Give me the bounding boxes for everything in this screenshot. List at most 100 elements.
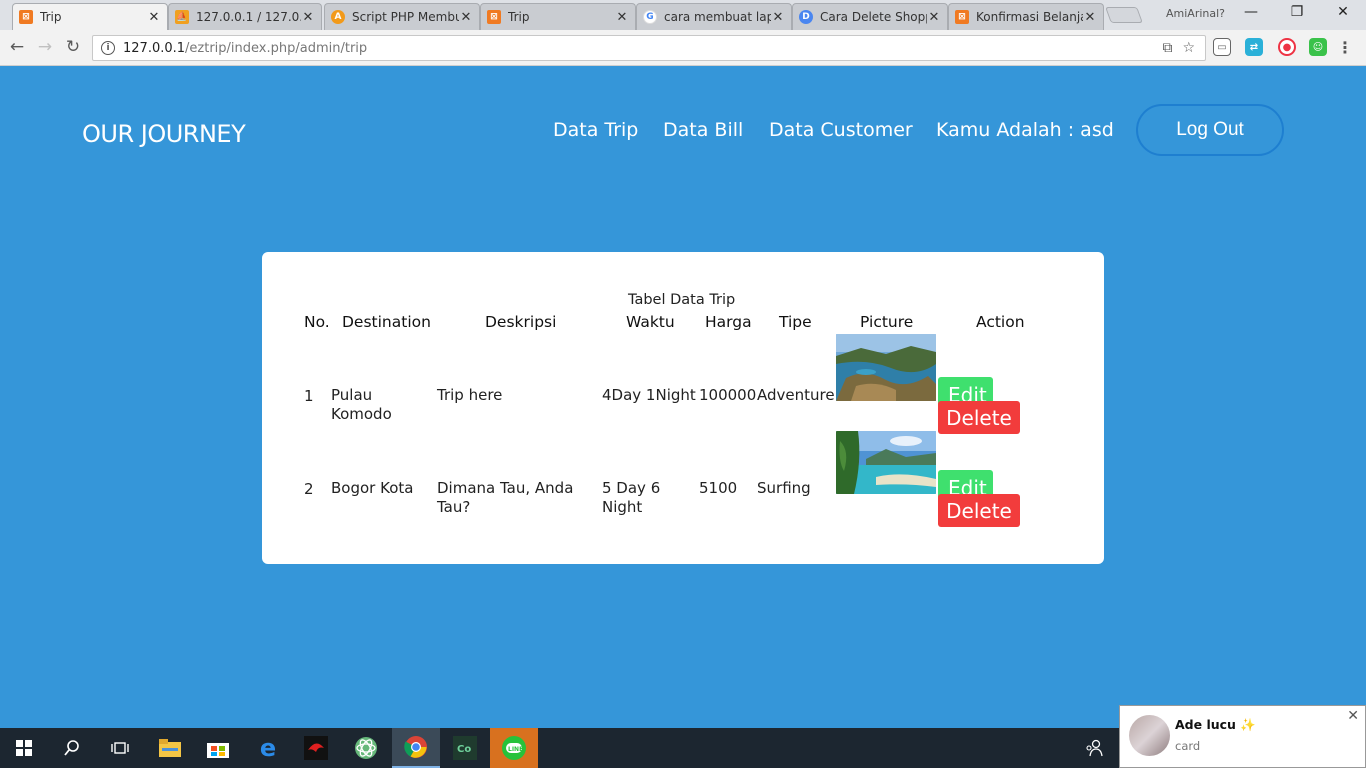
header-destination: Destination [342, 313, 431, 331]
browser-tab[interactable]: ⛵ 127.0.0.1 / 127.0.0 ✕ [168, 3, 322, 30]
browser-tab[interactable]: ⊠ Trip ✕ [12, 3, 168, 30]
tab-label: Konfirmasi Belanja [976, 10, 1083, 24]
svg-text:Co: Co [457, 744, 471, 755]
back-icon[interactable]: ← [6, 37, 28, 57]
garena-icon[interactable] [292, 728, 340, 768]
xampp-icon: ⊠ [955, 10, 969, 24]
menu-icon[interactable]: ⋮ [1336, 38, 1354, 57]
xampp-icon: ⊠ [487, 10, 501, 24]
profile-name[interactable]: AmiArinal? [1166, 7, 1225, 20]
sparkle-icon: ✨ [1240, 717, 1256, 732]
chrome-icon[interactable] [392, 728, 440, 768]
browser-tab-strip: ⊠ Trip ✕ ⛵ 127.0.0.1 / 127.0.0 ✕ A Scrip… [0, 0, 1366, 30]
tab-label: Script PHP Membu [352, 10, 459, 24]
notification-message: card [1175, 739, 1201, 753]
tab-close-icon[interactable]: ✕ [301, 10, 315, 25]
a-icon: A [331, 10, 345, 24]
current-user-label: Kamu Adalah : asd [936, 119, 1114, 141]
new-tab-button[interactable] [1105, 7, 1143, 23]
close-window-icon[interactable]: ✕ [1332, 4, 1354, 20]
restore-icon[interactable]: ❐ [1286, 4, 1308, 20]
header-tipe: Tipe [779, 313, 812, 331]
nav-data-bill[interactable]: Data Bill [663, 119, 743, 141]
browser-tab[interactable]: G cara membuat lap ✕ [636, 3, 792, 30]
delete-button[interactable]: Delete [938, 401, 1020, 434]
extension-chat-icon[interactable]: ▭ [1213, 38, 1231, 56]
translate-icon[interactable]: ⧉ [1162, 40, 1172, 56]
trip-picture [836, 431, 936, 494]
file-explorer-icon[interactable] [146, 728, 194, 768]
browser-tab[interactable]: A Script PHP Membu ✕ [324, 3, 480, 30]
tab-close-icon[interactable]: ✕ [771, 10, 785, 25]
extension-line-icon[interactable]: ☺ [1309, 38, 1327, 56]
trip-picture [836, 334, 936, 401]
close-icon[interactable]: ✕ [1347, 708, 1359, 724]
d-icon: D [799, 10, 813, 24]
address-bar[interactable]: i 127.0.0.1/eztrip/index.php/admin/trip … [92, 35, 1206, 61]
line-app-icon[interactable]: LINE [490, 728, 538, 768]
tab-label: 127.0.0.1 / 127.0.0 [196, 10, 301, 24]
atom-icon[interactable] [342, 728, 390, 768]
codeblocks-icon[interactable]: Co [441, 728, 489, 768]
komodo-landscape-image [836, 334, 936, 401]
header-no: No. [304, 313, 330, 331]
browser-tab[interactable]: D Cara Delete Shopp ✕ [792, 3, 948, 30]
store-icon[interactable] [194, 728, 242, 768]
header-deskripsi: Deskripsi [485, 313, 557, 331]
tab-label: Trip [40, 10, 62, 24]
nav-data-customer[interactable]: Data Customer [769, 119, 913, 141]
bookmark-star-icon[interactable]: ☆ [1182, 40, 1195, 56]
forward-icon[interactable]: → [34, 37, 56, 57]
tab-close-icon[interactable]: ✕ [147, 10, 161, 25]
reload-icon[interactable]: ↻ [62, 37, 84, 57]
logout-button[interactable]: Log Out [1136, 104, 1284, 156]
beach-landscape-image [836, 431, 936, 494]
svg-text:LINE: LINE [508, 746, 523, 753]
brand-logo[interactable]: OUR JOURNEY [82, 120, 246, 148]
extension-translate-icon[interactable]: ⇄ [1245, 38, 1263, 56]
tab-close-icon[interactable]: ✕ [927, 10, 941, 25]
tab-close-icon[interactable]: ✕ [615, 10, 629, 25]
cell-tipe: Surfing [757, 479, 811, 497]
nav-data-trip[interactable]: Data Trip [553, 119, 638, 141]
minimize-icon[interactable]: — [1240, 4, 1262, 20]
browser-tab[interactable]: ⊠ Konfirmasi Belanja ✕ [948, 3, 1104, 30]
tab-close-icon[interactable]: ✕ [459, 10, 473, 25]
trip-table-card: Tabel Data Trip No. Destination Deskrips… [262, 252, 1104, 564]
tab-label: Trip [508, 10, 530, 24]
cell-deskripsi: Trip here [437, 386, 503, 404]
extension-record-icon[interactable]: ● [1278, 38, 1296, 56]
tab-label: cara membuat lap [664, 10, 771, 24]
url-text[interactable]: 127.0.0.1/eztrip/index.php/admin/trip [123, 41, 1162, 56]
edge-icon[interactable]: e [244, 728, 292, 768]
search-icon[interactable] [48, 728, 96, 768]
cell-harga: 5100 [699, 479, 738, 497]
cell-waktu: 5 Day 6 Night [602, 479, 661, 516]
delete-button[interactable]: Delete [938, 494, 1020, 527]
cell-deskripsi: Dimana Tau, Anda Tau? [437, 479, 574, 516]
phpmyadmin-icon: ⛵ [175, 10, 189, 24]
tab-close-icon[interactable]: ✕ [1083, 10, 1097, 25]
xampp-icon: ⊠ [19, 10, 33, 24]
avatar [1129, 715, 1170, 756]
cell-no: 2 [304, 480, 314, 498]
task-view-icon[interactable] [96, 728, 144, 768]
people-icon[interactable] [1070, 728, 1118, 768]
tab-label: Cara Delete Shopp [820, 10, 927, 24]
cell-destination: Pulau Komodo [331, 386, 392, 423]
header-picture: Picture [860, 313, 914, 331]
cell-destination: Bogor Kota [331, 479, 414, 497]
header-action: Action [976, 313, 1025, 331]
table-caption: Tabel Data Trip [628, 292, 736, 308]
cell-tipe: Adventure [757, 386, 835, 404]
cell-no: 1 [304, 387, 314, 405]
windows-start-icon[interactable] [0, 728, 48, 768]
browser-tab[interactable]: ⊠ Trip ✕ [480, 3, 636, 30]
browser-toolbar: ← → ↻ i 127.0.0.1/eztrip/index.php/admin… [0, 30, 1366, 66]
notification-sender: Ade lucu ✨ [1175, 717, 1256, 732]
chat-notification[interactable]: Ade lucu ✨ card ✕ [1119, 705, 1366, 768]
cell-harga: 100000 [699, 386, 757, 404]
info-icon[interactable]: i [101, 41, 115, 55]
header-waktu: Waktu [626, 313, 675, 331]
cell-waktu: 4Day 1Night [602, 386, 696, 404]
